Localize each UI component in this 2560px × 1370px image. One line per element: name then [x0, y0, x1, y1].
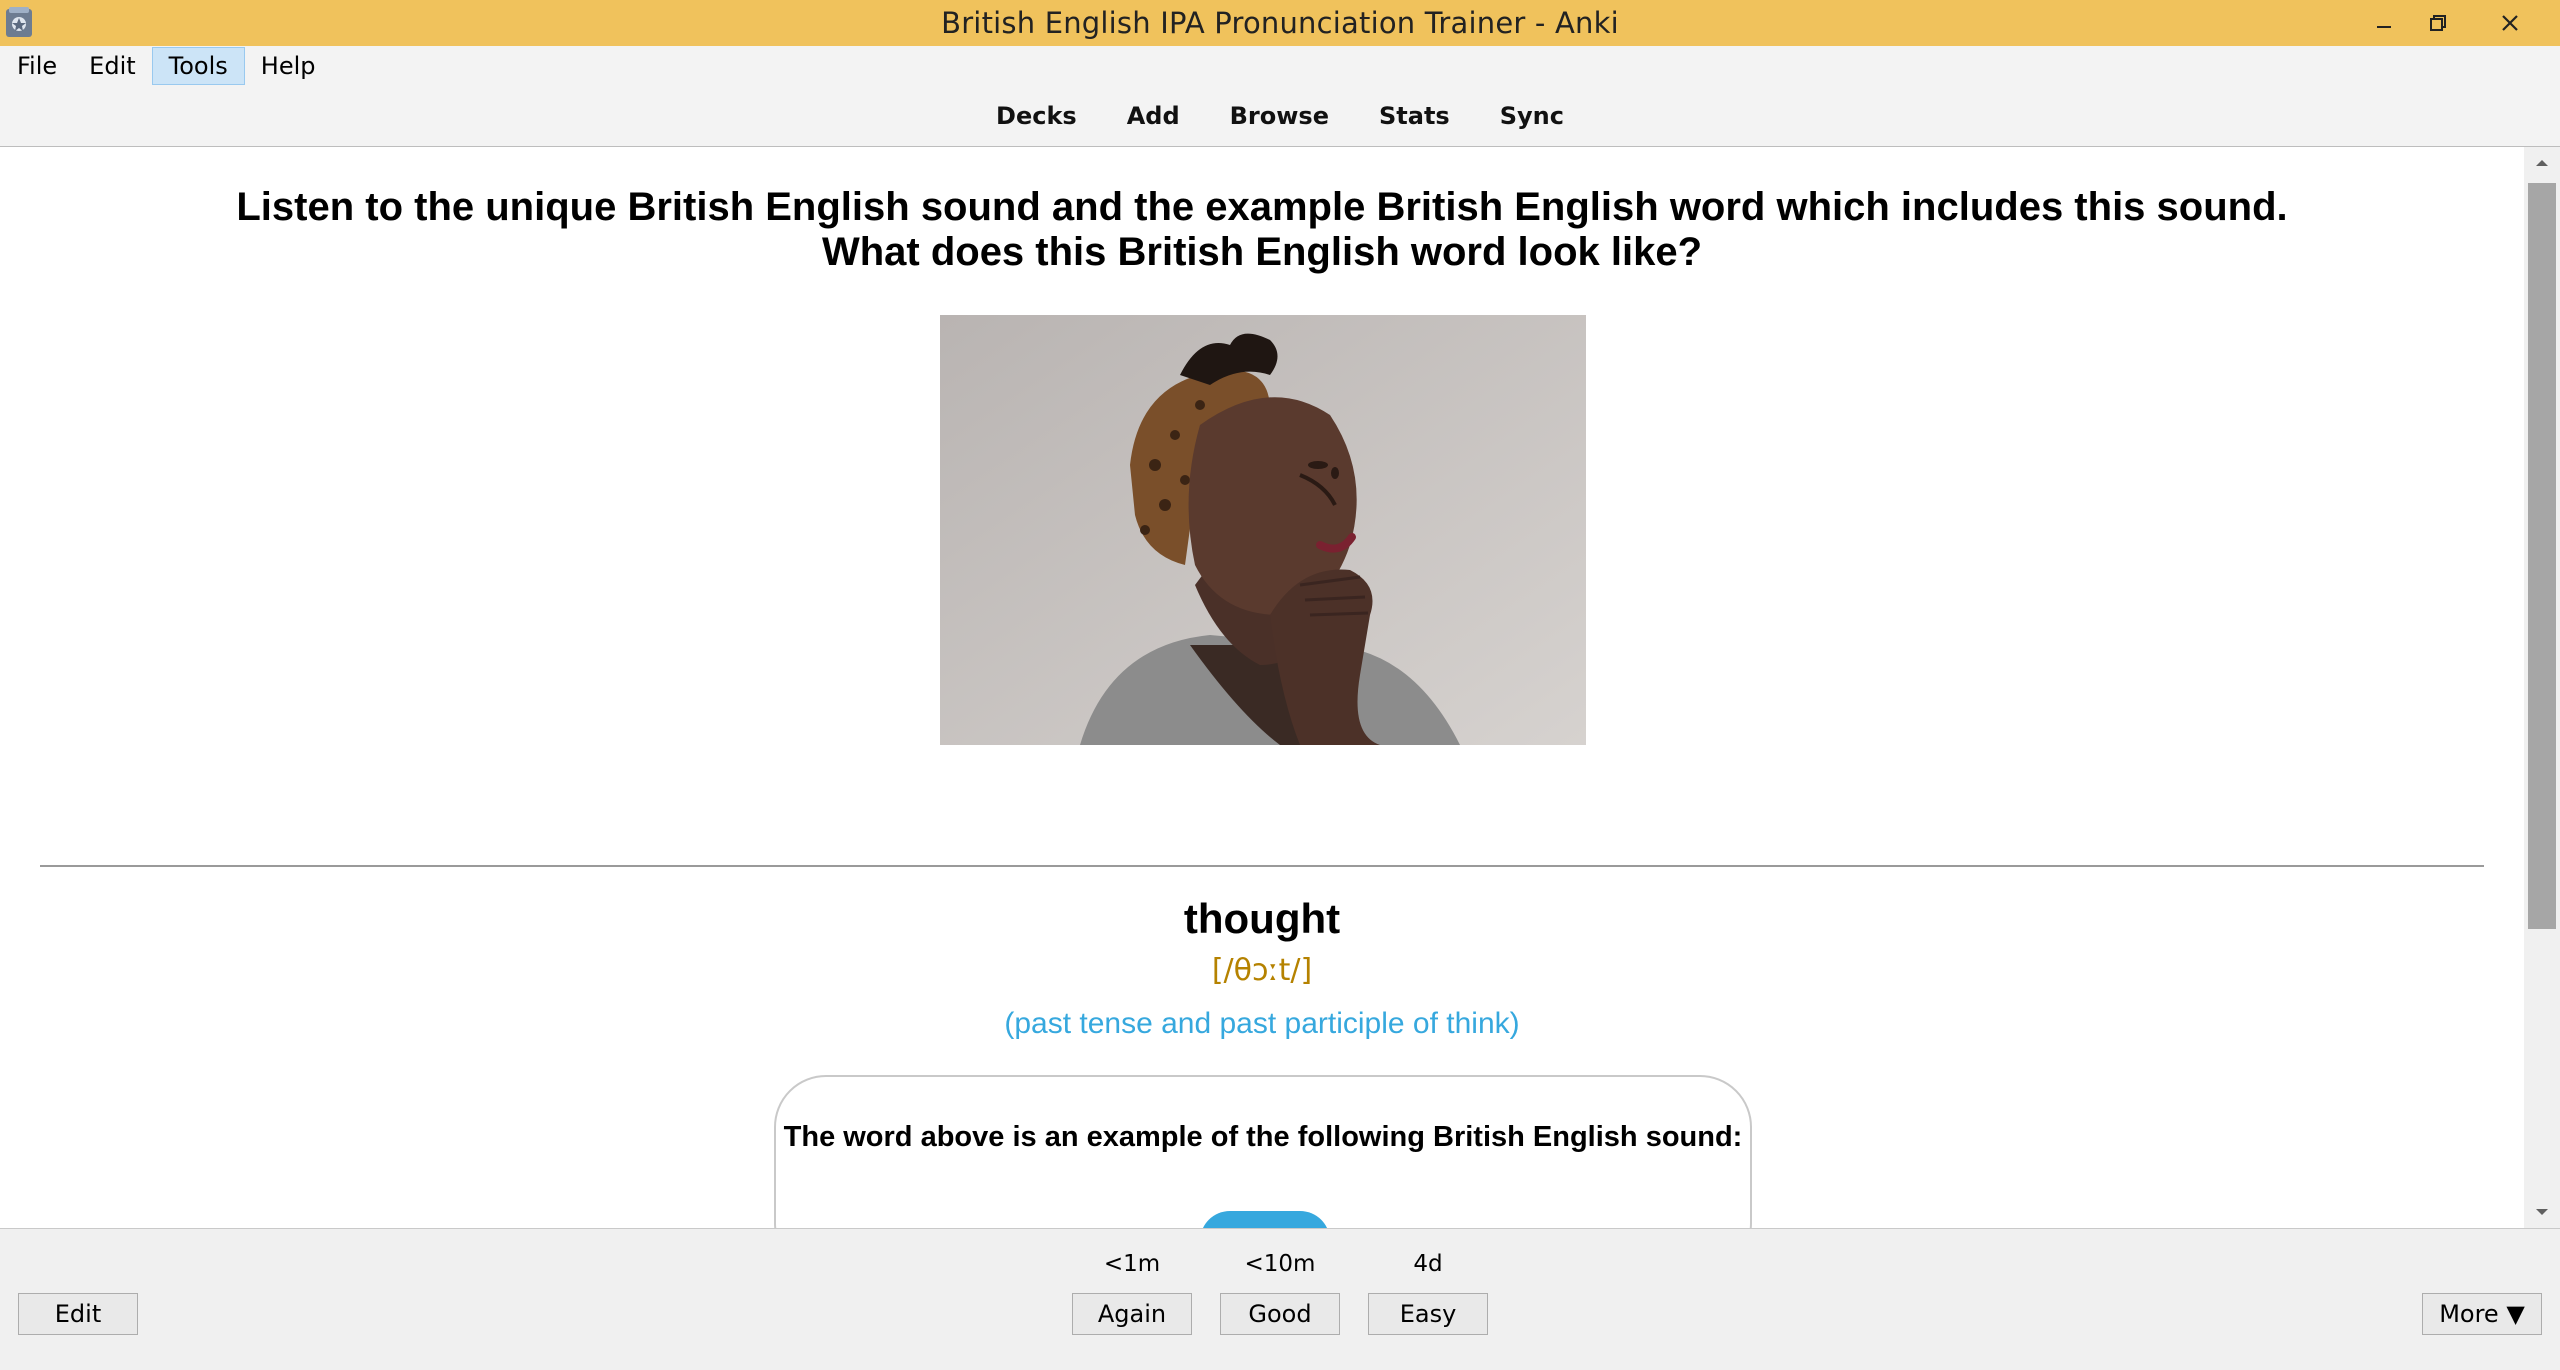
menu-tools[interactable]: Tools	[151, 47, 245, 85]
photo-of-thinking-woman	[940, 315, 1586, 745]
close-icon	[2502, 15, 2518, 31]
answer-divider	[40, 865, 2484, 867]
toolbar-browse-link[interactable]: Browse	[1230, 102, 1329, 130]
toolbar-stats-link[interactable]: Stats	[1379, 102, 1450, 130]
again-interval: <1m	[1103, 1251, 1161, 1277]
menu-help[interactable]: Help	[245, 47, 332, 85]
sound-example-box: The word above is an example of the foll…	[774, 1075, 1752, 1228]
ipa-transcription: [/θɔːt/]	[1211, 953, 1313, 988]
scroll-up-icon[interactable]	[2532, 153, 2552, 173]
vertical-scrollbar[interactable]	[2524, 147, 2560, 1228]
anki-app-icon	[6, 7, 32, 37]
easy-button[interactable]: Easy	[1368, 1293, 1488, 1335]
toolbar-decks-link[interactable]: Decks	[996, 102, 1077, 130]
restore-icon	[2430, 15, 2446, 31]
minimize-icon	[2377, 26, 2391, 28]
more-button[interactable]: More ▼	[2422, 1293, 2542, 1335]
answer-word: thought	[1183, 895, 1341, 942]
minimize-button[interactable]	[2356, 0, 2412, 46]
scrollbar-thumb[interactable]	[2528, 183, 2556, 929]
question-line-2: What does this British English word look…	[821, 230, 1703, 274]
sound-play-button[interactable]	[1200, 1211, 1330, 1228]
close-button[interactable]	[2480, 0, 2540, 46]
again-button[interactable]: Again	[1072, 1293, 1192, 1335]
window-title: British English IPA Pronunciation Traine…	[941, 6, 1619, 40]
card-view: Listen to the unique British English sou…	[0, 147, 2524, 1228]
toolbar-sync-link[interactable]: Sync	[1500, 102, 1564, 130]
word-meaning: (past tense and past participle of think…	[1004, 1007, 1520, 1040]
scroll-down-icon[interactable]	[2532, 1202, 2552, 1222]
menu-bar: File Edit Tools Help	[0, 46, 2560, 86]
sound-example-label: The word above is an example of the foll…	[783, 1121, 1743, 1153]
toolbar-add-link[interactable]: Add	[1127, 102, 1180, 130]
menu-file[interactable]: File	[1, 47, 73, 85]
good-button[interactable]: Good	[1220, 1293, 1340, 1335]
question-line-1: Listen to the unique British English sou…	[236, 185, 2288, 229]
title-bar: British English IPA Pronunciation Traine…	[0, 0, 2560, 46]
main-toolbar: Decks Add Browse Stats Sync	[0, 86, 2560, 147]
easy-interval: 4d	[1413, 1251, 1443, 1277]
question-text: Listen to the unique British English sou…	[0, 185, 2524, 275]
reviewer-bottom-bar: Edit <1m Again <10m Good 4d Easy More ▼	[0, 1228, 2560, 1370]
edit-card-button[interactable]: Edit	[18, 1293, 138, 1335]
good-interval: <10m	[1244, 1251, 1316, 1277]
restore-button[interactable]	[2410, 0, 2466, 46]
menu-edit[interactable]: Edit	[73, 47, 151, 85]
